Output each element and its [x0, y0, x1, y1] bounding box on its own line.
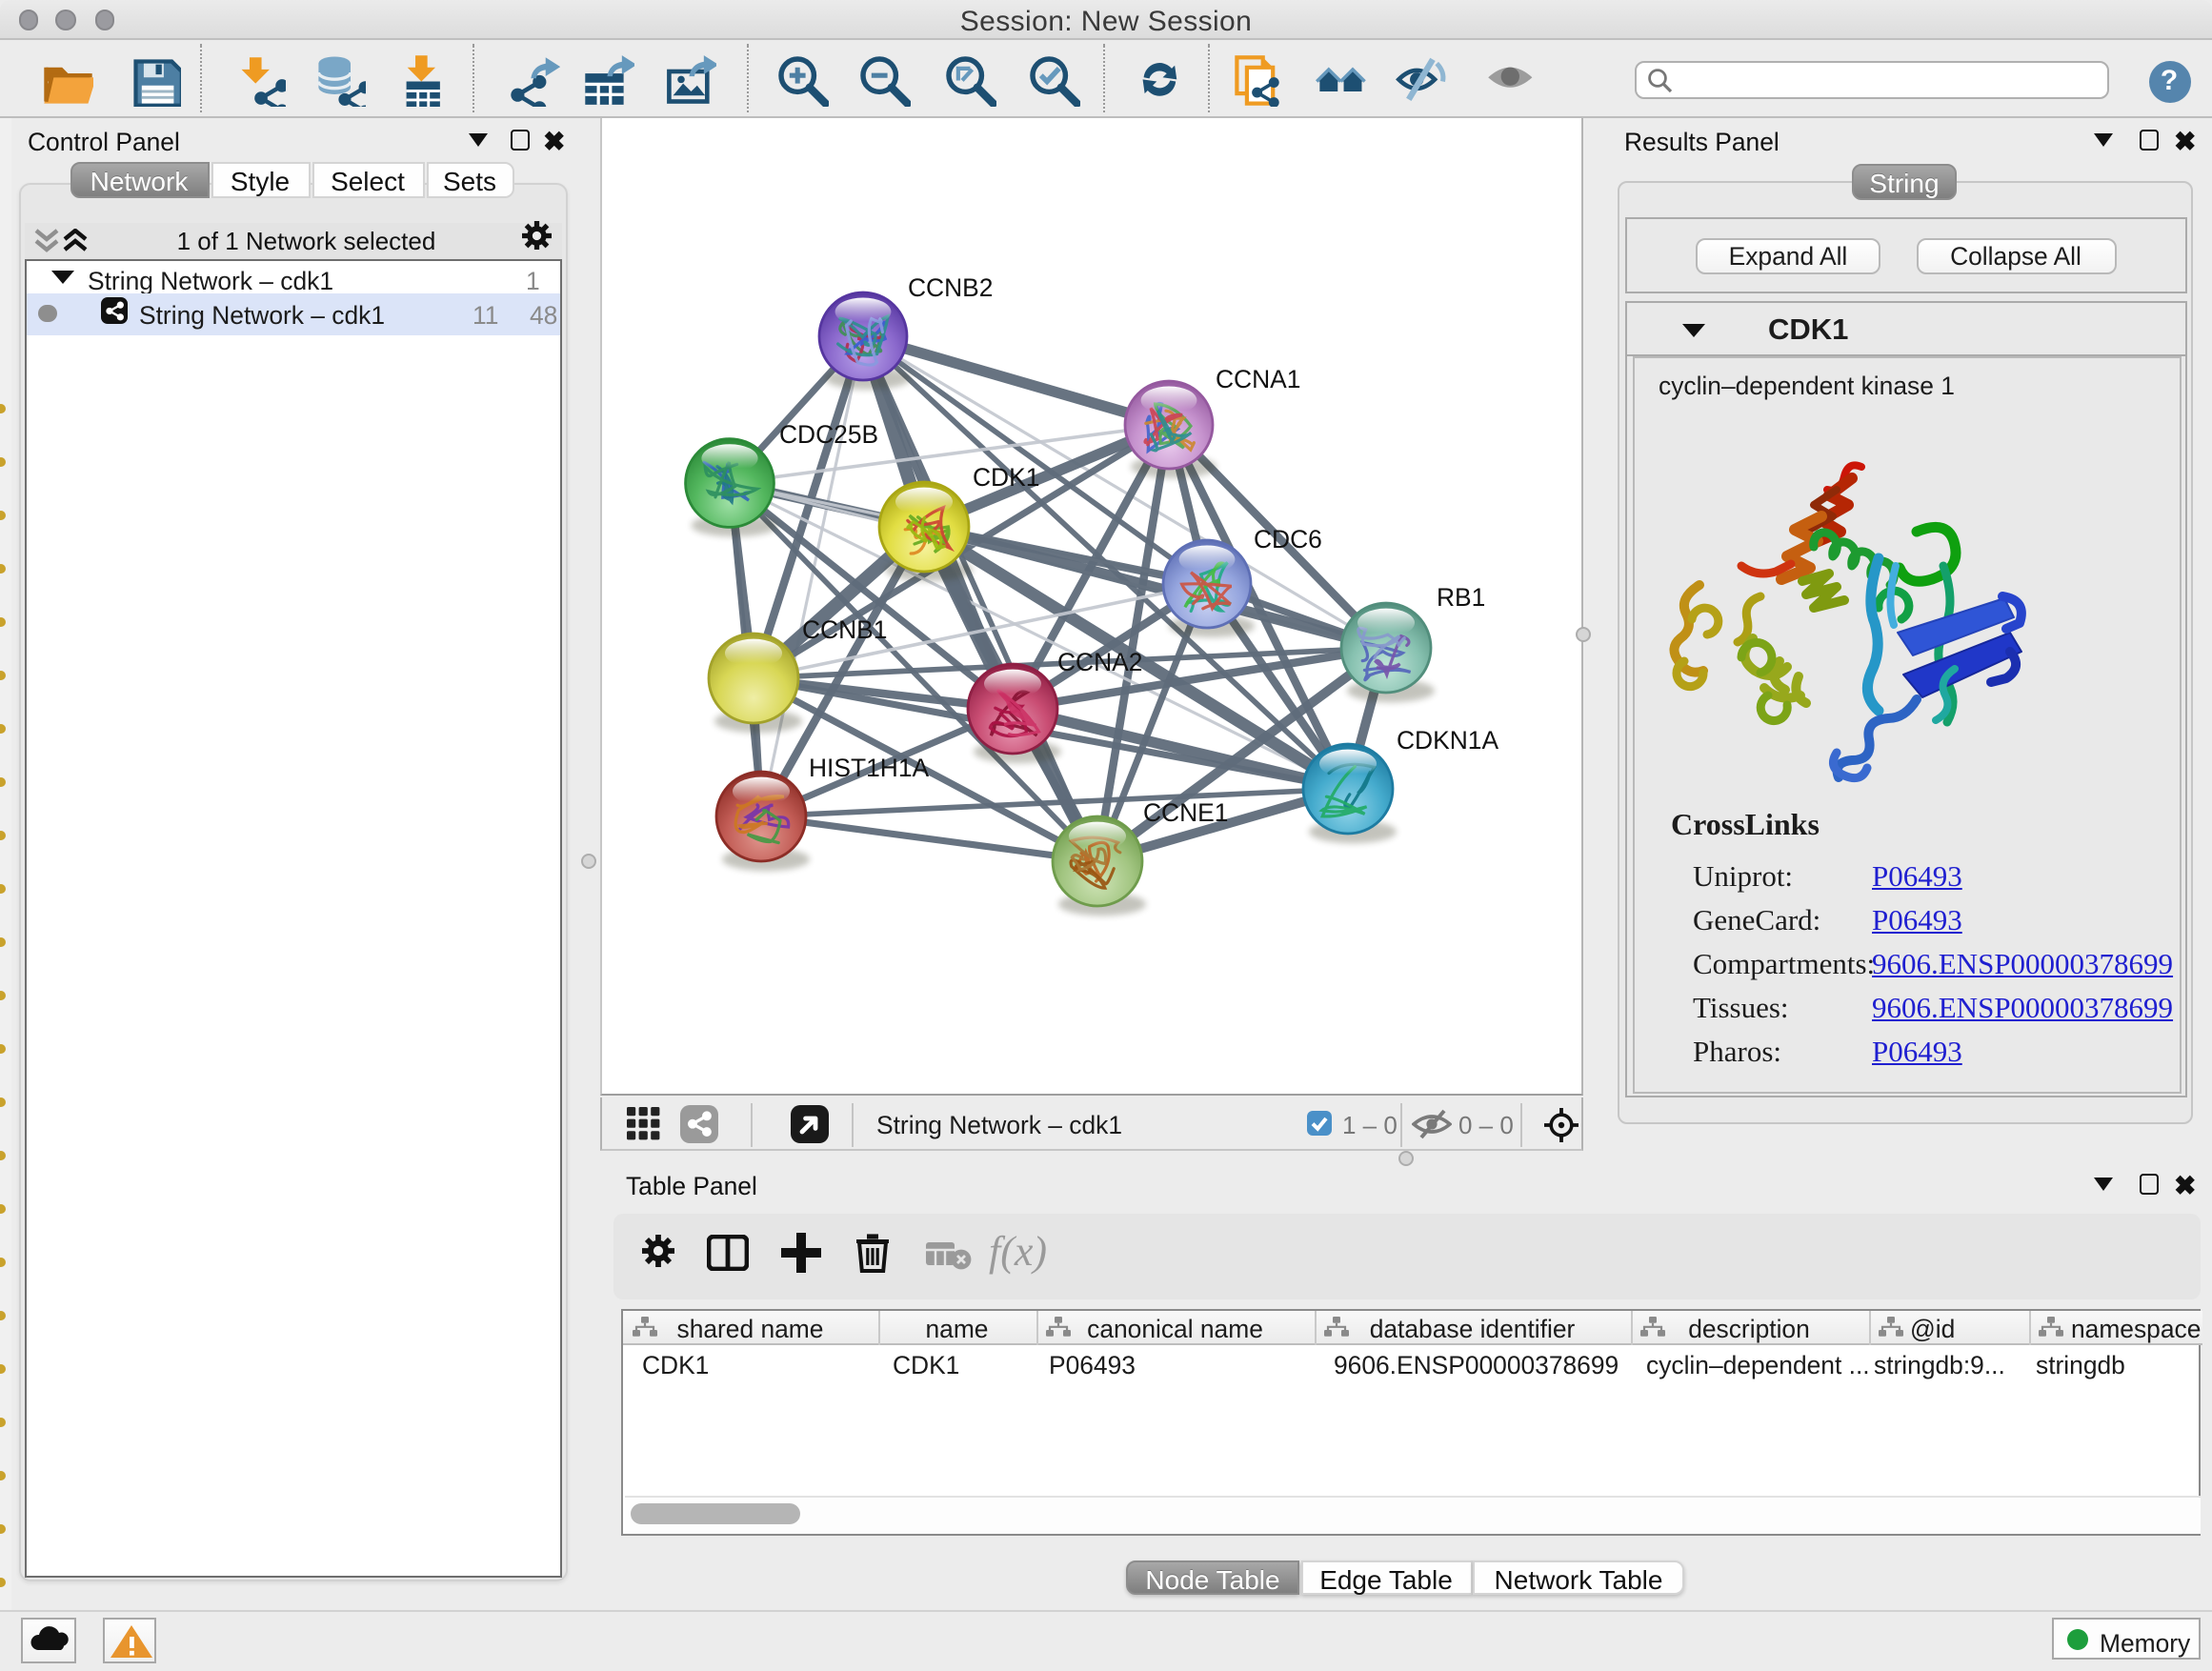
svg-text:RB1: RB1: [1436, 583, 1484, 612]
svg-text:HIST1H1A: HIST1H1A: [808, 754, 929, 782]
svg-text:CCNE1: CCNE1: [1142, 798, 1227, 827]
svg-text:CDC6: CDC6: [1253, 525, 1321, 554]
svg-text:CCNA1: CCNA1: [1215, 365, 1299, 393]
svg-text:CDKN1A: CDKN1A: [1396, 726, 1498, 755]
svg-text:CCNA2: CCNA2: [1056, 648, 1141, 676]
svg-text:CDC25B: CDC25B: [778, 420, 877, 449]
svg-text:CCNB1: CCNB1: [801, 615, 886, 644]
svg-text:CCNB2: CCNB2: [907, 273, 992, 302]
svg-text:CDK1: CDK1: [972, 463, 1038, 492]
